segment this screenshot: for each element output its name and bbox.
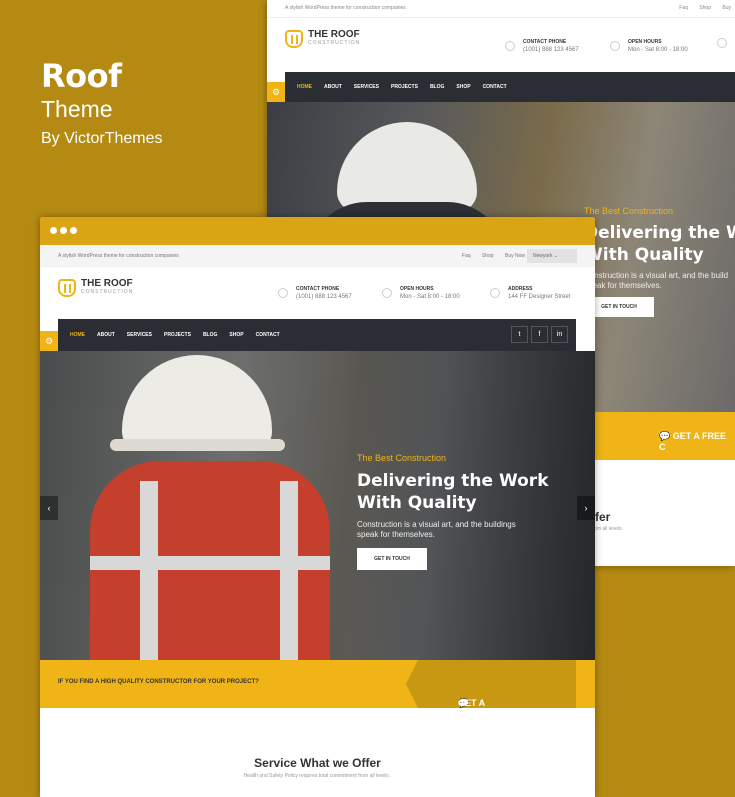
back-nav-home[interactable]: HOME bbox=[297, 84, 312, 90]
hero-text-line-1: Construction is a visual art, and the bu… bbox=[357, 520, 516, 529]
offer-title: Service What we Offer bbox=[254, 756, 381, 770]
front-nav-home[interactable]: HOME bbox=[70, 332, 85, 338]
back-hours: OPEN HOURS Mon - Sat 8:00 - 18:00 bbox=[610, 38, 688, 54]
front-hours: OPEN HOURS Mon - Sat 8:00 - 18:00 bbox=[382, 285, 460, 301]
back-hours-value: Mon - Sat 8:00 - 18:00 bbox=[628, 47, 688, 53]
window-dot-icon bbox=[70, 227, 77, 234]
front-hero: ‹ › The Best Construction Delivering the… bbox=[40, 351, 595, 660]
back-nav-shop[interactable]: SHOP bbox=[456, 84, 470, 90]
front-nav-contact[interactable]: CONTACT bbox=[256, 332, 280, 338]
back-hero-title-2: With Quality bbox=[584, 245, 704, 265]
roof-logo-icon bbox=[285, 30, 303, 48]
chevron-down-icon: ⌄ bbox=[553, 253, 559, 259]
free-consult-button[interactable]: 💬 GET A FREE CONSULT bbox=[406, 660, 576, 708]
clock-icon bbox=[382, 288, 392, 298]
back-link-buy[interactable]: Buy bbox=[722, 5, 731, 11]
front-browser: A stylish WordPress theme for constructi… bbox=[40, 217, 595, 797]
roof-logo-icon bbox=[58, 279, 76, 297]
back-nav-projects[interactable]: PROJECTS bbox=[391, 84, 418, 90]
back-hero-text-2: speak for themselves. bbox=[584, 281, 662, 290]
front-phone-label: CONTACT PHONE bbox=[296, 286, 340, 292]
front-logo-sub: CONSTRUCTION bbox=[81, 289, 134, 295]
window-dot-icon bbox=[50, 227, 57, 234]
front-address-value: 144 FF Designer Street bbox=[508, 294, 571, 300]
browser-chrome bbox=[40, 217, 595, 245]
cta-text: IF YOU FIND A HIGH QUALITY CONSTRUCTOR F… bbox=[58, 679, 259, 685]
linkedin-icon[interactable]: in bbox=[551, 326, 568, 343]
front-hours-label: OPEN HOURS bbox=[400, 286, 434, 292]
slider-next-icon[interactable]: › bbox=[577, 496, 595, 520]
front-phone-value: (1001) 888 123 4567 bbox=[296, 294, 352, 300]
location-icon bbox=[490, 288, 500, 298]
brand-byline: By VictorThemes bbox=[41, 130, 163, 147]
front-topbar: A stylish WordPress theme for constructi… bbox=[40, 245, 595, 267]
front-cta: IF YOU FIND A HIGH QUALITY CONSTRUCTOR F… bbox=[40, 660, 595, 708]
back-nav: HOME ABOUT SERVICES PROJECTS BLOG SHOP C… bbox=[285, 72, 735, 102]
promo-block: Roof Theme By VictorThemes bbox=[41, 58, 163, 149]
back-phone: CONTACT PHONE (1001) 888 123 4567 bbox=[505, 38, 579, 54]
back-logo-title: THE ROOF bbox=[308, 29, 360, 40]
back-link-faq[interactable]: Faq bbox=[679, 5, 688, 11]
phone-icon bbox=[278, 288, 288, 298]
front-address-label: ADDRESS bbox=[508, 286, 533, 292]
front-header: THE ROOF CONSTRUCTION CONTACT PHONE (100… bbox=[40, 267, 595, 319]
back-hero-title-1: Delivering the W bbox=[584, 223, 735, 243]
hero-title-line-1: Delivering the Work bbox=[357, 471, 549, 491]
window-dot-icon bbox=[60, 227, 67, 234]
hero-text-line-2: speak for themselves. bbox=[357, 530, 435, 539]
front-nav-services[interactable]: SERVICES bbox=[127, 332, 152, 338]
back-logo-sub: CONSTRUCTION bbox=[308, 40, 361, 46]
location-icon bbox=[717, 38, 727, 48]
free-consult-label: GET A FREE CONSULT bbox=[458, 698, 501, 728]
back-link-shop[interactable]: Shop bbox=[699, 5, 711, 11]
back-hero-helmet bbox=[337, 122, 477, 212]
front-address: ADDRESS 144 FF Designer Street bbox=[490, 285, 570, 301]
back-hero-tag: The Best Construction bbox=[584, 206, 674, 216]
hero-title-line-2: With Quality bbox=[357, 493, 477, 513]
front-nav-about[interactable]: ABOUT bbox=[97, 332, 115, 338]
back-nav-blog[interactable]: BLOG bbox=[430, 84, 444, 90]
hero-tag: The Best Construction bbox=[357, 453, 447, 463]
front-hours-value: Mon - Sat 8:00 - 18:00 bbox=[400, 294, 460, 300]
slider-prev-icon[interactable]: ‹ bbox=[40, 496, 58, 520]
front-topbar-text: A stylish WordPress theme for constructi… bbox=[58, 253, 179, 259]
brand-name: Roof bbox=[41, 57, 122, 95]
front-logo[interactable]: THE ROOF CONSTRUCTION bbox=[58, 279, 133, 297]
front-link-shop[interactable]: Shop bbox=[482, 253, 494, 259]
front-link-buy-now[interactable]: Buy Now bbox=[505, 253, 525, 259]
gear-icon[interactable]: ⚙ bbox=[40, 331, 58, 351]
back-address bbox=[717, 38, 735, 48]
clock-icon bbox=[610, 41, 620, 51]
back-nav-contact[interactable]: CONTACT bbox=[483, 84, 507, 90]
brand-subtitle: Theme bbox=[41, 96, 113, 122]
gear-icon[interactable]: ⚙ bbox=[267, 82, 285, 102]
offer-subtitle: Health and Safety Policy requires total … bbox=[243, 773, 392, 779]
facebook-icon[interactable]: f bbox=[531, 326, 548, 343]
back-hours-label: OPEN HOURS bbox=[628, 39, 662, 45]
city-value: Newyork bbox=[533, 253, 553, 259]
back-offer-sub: from all levels . bbox=[591, 526, 625, 532]
back-topbar: A stylish WordPress theme for constructi… bbox=[267, 0, 735, 18]
front-phone: CONTACT PHONE (1001) 888 123 4567 bbox=[278, 285, 352, 301]
back-phone-label: CONTACT PHONE bbox=[523, 39, 567, 45]
back-cta-button[interactable]: 💬 GET A FREE C bbox=[659, 431, 735, 452]
back-nav-services[interactable]: SERVICES bbox=[354, 84, 379, 90]
front-nav-projects[interactable]: PROJECTS bbox=[164, 332, 191, 338]
back-cta-label: GET A FREE C bbox=[659, 431, 727, 452]
get-in-touch-button[interactable]: GET IN TOUCH bbox=[357, 548, 427, 570]
phone-icon bbox=[505, 41, 515, 51]
back-hero-text-1: Construction is a visual art, and the bu… bbox=[584, 271, 729, 280]
front-nav: HOME ABOUT SERVICES PROJECTS BLOG SHOP C… bbox=[58, 319, 576, 351]
front-nav-shop[interactable]: SHOP bbox=[229, 332, 243, 338]
back-phone-value: (1001) 888 123 4567 bbox=[523, 47, 579, 53]
back-nav-about[interactable]: ABOUT bbox=[324, 84, 342, 90]
back-logo[interactable]: THE ROOF CONSTRUCTION bbox=[285, 30, 360, 48]
front-link-faq[interactable]: Faq bbox=[462, 253, 471, 259]
twitter-icon[interactable]: t bbox=[511, 326, 528, 343]
front-logo-title: THE ROOF bbox=[81, 278, 133, 289]
back-topbar-text: A stylish WordPress theme for constructi… bbox=[285, 5, 406, 11]
city-select[interactable]: Newyork ⌄ bbox=[527, 249, 577, 263]
front-nav-blog[interactable]: BLOG bbox=[203, 332, 217, 338]
back-header: THE ROOF CONSTRUCTION CONTACT PHONE (100… bbox=[267, 18, 735, 72]
